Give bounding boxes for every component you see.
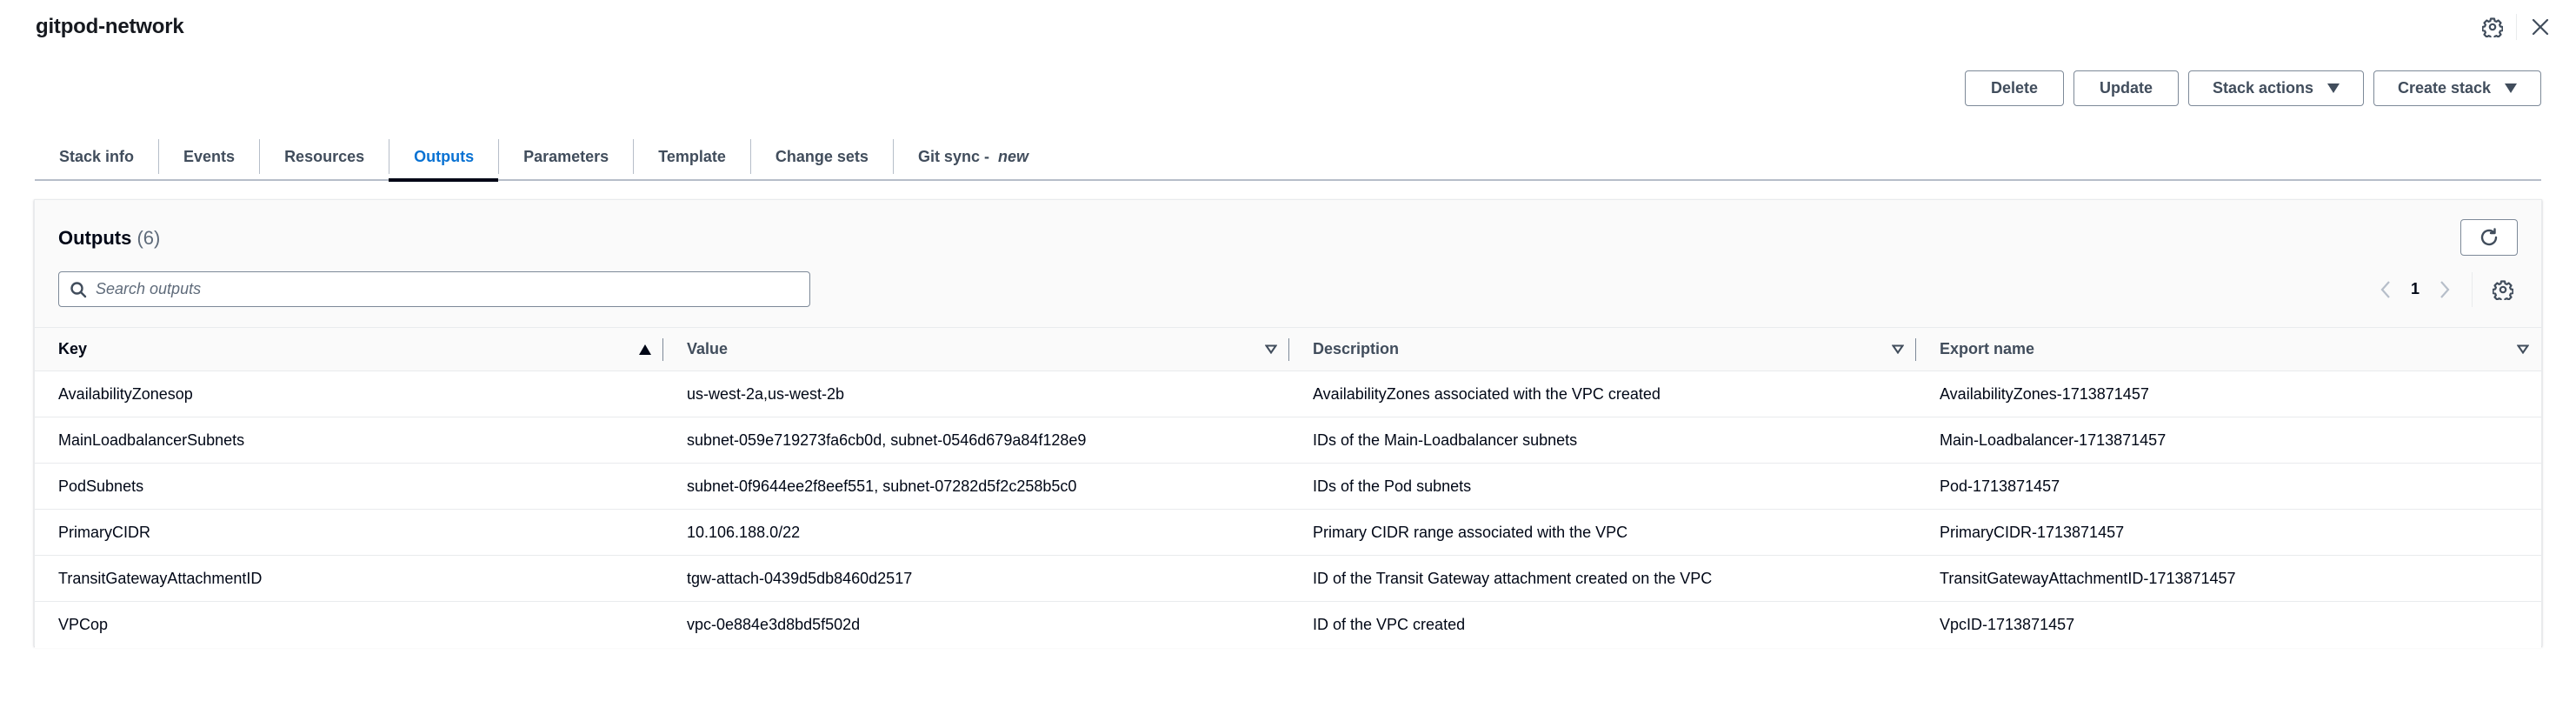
stack-actions-label: Stack actions — [2212, 79, 2314, 97]
tab-label: Resources — [284, 147, 365, 165]
cell-value: subnet-0f9644ee2f8eef551, subnet-07282d5… — [687, 477, 1077, 495]
settings-button[interactable] — [2478, 12, 2507, 42]
table-preferences-button[interactable] — [2488, 275, 2518, 304]
header-divider — [2516, 14, 2517, 40]
cell-export-name: AvailabilityZones-1713871457 — [1940, 384, 2149, 403]
tab-events[interactable]: Events — [158, 131, 259, 179]
cell-value: vpc-0e884e3d8bd5f502d — [687, 616, 861, 633]
cell-key: MainLoadbalancerSubnets — [58, 431, 245, 449]
outputs-count: (6) — [136, 227, 161, 249]
tab-label: Stack info — [59, 147, 135, 165]
tab-git-sync[interactable]: Git sync - new — [892, 131, 1053, 179]
tab-outputs[interactable]: Outputs — [389, 131, 499, 182]
tab-label: Events — [183, 147, 236, 165]
refresh-button[interactable] — [2460, 219, 2518, 256]
column-label: Key — [58, 340, 88, 357]
column-header-key[interactable]: Key — [35, 328, 663, 371]
cell-value: us-west-2a,us-west-2b — [687, 384, 845, 403]
column-label: Value — [687, 340, 729, 357]
outputs-heading: Outputs (6) — [58, 224, 160, 252]
cell-key: PrimaryCIDR — [58, 523, 150, 541]
cell-value: tgw-attach-0439d5db8460d2517 — [687, 569, 913, 587]
cell-export-name: PrimaryCIDR-1713871457 — [1940, 523, 2125, 541]
page-title: gitpod-network — [36, 15, 184, 38]
search-input[interactable] — [96, 280, 774, 298]
cell-key: VPCop — [58, 616, 109, 633]
stack-actions-dropdown[interactable]: Stack actions — [2188, 70, 2364, 106]
tab-template[interactable]: Template — [633, 131, 750, 179]
column-header-value[interactable]: Value — [663, 328, 1289, 371]
outputs-table: Key Value Description Export name Availa… — [35, 327, 2541, 648]
sort-ascending-icon — [639, 344, 651, 355]
tab-label: Parameters — [523, 147, 609, 165]
tab-change-sets[interactable]: Change sets — [749, 131, 893, 179]
table-row: VPCop vpc-0e884e3d8bd5f502d ID of the VP… — [35, 602, 2541, 648]
cell-key: PodSubnets — [58, 477, 144, 495]
tab-resources[interactable]: Resources — [259, 131, 389, 179]
pagination: 1 — [2371, 271, 2518, 307]
table-row: MainLoadbalancerSubnets subnet-059e71927… — [35, 417, 2541, 464]
cell-description: Primary CIDR range associated with the V… — [1313, 523, 1628, 541]
gear-icon — [2482, 17, 2503, 37]
tab-label: Template — [658, 147, 726, 165]
cell-key: AvailabilityZonesop — [58, 384, 193, 403]
current-page[interactable]: 1 — [2400, 280, 2430, 298]
tab-label: Git sync - — [917, 147, 994, 165]
table-body: AvailabilityZonesop us-west-2a,us-west-2… — [35, 371, 2541, 648]
cell-description: IDs of the Main-Loadbalancer subnets — [1313, 431, 1578, 449]
table-row: PrimaryCIDR 10.106.188.0/22 Primary CIDR… — [35, 510, 2541, 556]
table-row: TransitGatewayAttachmentID tgw-attach-04… — [35, 556, 2541, 602]
close-button[interactable] — [2526, 12, 2555, 42]
table-row: AvailabilityZonesop us-west-2a,us-west-2… — [35, 371, 2541, 417]
cell-export-name: VpcID-1713871457 — [1940, 616, 2075, 633]
header-icons — [2478, 12, 2555, 42]
table-row: PodSubnets subnet-0f9644ee2f8eef551, sub… — [35, 464, 2541, 510]
cell-export-name: TransitGatewayAttachmentID-1713871457 — [1940, 569, 2236, 587]
refresh-icon — [2480, 228, 2498, 246]
chevron-left-icon — [2380, 280, 2390, 298]
create-stack-label: Create stack — [2397, 79, 2492, 97]
stack-actions-bar: Delete Update Stack actions Create stack — [1965, 70, 2541, 106]
delete-button[interactable]: Delete — [1965, 70, 2064, 106]
caret-down-icon — [2327, 83, 2340, 93]
previous-page-button[interactable] — [2371, 275, 2400, 304]
cell-key: TransitGatewayAttachmentID — [58, 569, 263, 587]
pager-divider — [2472, 271, 2473, 307]
close-icon — [2532, 18, 2549, 36]
caret-down-icon — [2505, 83, 2518, 93]
search-icon — [70, 281, 87, 297]
create-stack-dropdown[interactable]: Create stack — [2373, 70, 2541, 106]
cell-value: subnet-059e719273fa6cb0d, subnet-0546d67… — [687, 431, 1087, 449]
tab-stack-info[interactable]: Stack info — [35, 131, 158, 179]
sort-icon — [1892, 344, 1904, 354]
sort-icon — [1265, 344, 1277, 354]
chevron-right-icon — [2440, 280, 2450, 298]
table-header: Key Value Description Export name — [35, 327, 2541, 371]
cell-export-name: Main-Loadbalancer-1713871457 — [1940, 431, 2167, 449]
cell-description: IDs of the Pod subnets — [1313, 477, 1472, 495]
outputs-title: Outputs — [58, 227, 132, 249]
column-label: Export name — [1940, 340, 2035, 357]
update-button[interactable]: Update — [2073, 70, 2179, 106]
column-header-export-name[interactable]: Export name — [1916, 328, 2541, 371]
sort-icon — [2517, 344, 2529, 354]
column-header-description[interactable]: Description — [1289, 328, 1916, 371]
cell-export-name: Pod-1713871457 — [1940, 477, 2060, 495]
gear-icon — [2493, 279, 2513, 300]
cell-description: ID of the VPC created — [1313, 616, 1466, 633]
tab-label: Outputs — [414, 147, 475, 165]
tab-parameters[interactable]: Parameters — [498, 131, 633, 179]
stack-tabs: Stack info Events Resources Outputs Para… — [35, 131, 2541, 182]
cell-description: ID of the Transit Gateway attachment cre… — [1313, 569, 1713, 587]
tab-label: Change sets — [775, 147, 869, 165]
outputs-panel: Outputs (6) 1 Key — [34, 199, 2542, 648]
cell-value: 10.106.188.0/22 — [687, 523, 801, 541]
next-page-button[interactable] — [2430, 275, 2460, 304]
new-badge: new — [997, 147, 1028, 165]
column-label: Description — [1313, 340, 1400, 357]
search-field[interactable] — [58, 271, 810, 307]
cell-description: AvailabilityZones associated with the VP… — [1313, 384, 1661, 403]
